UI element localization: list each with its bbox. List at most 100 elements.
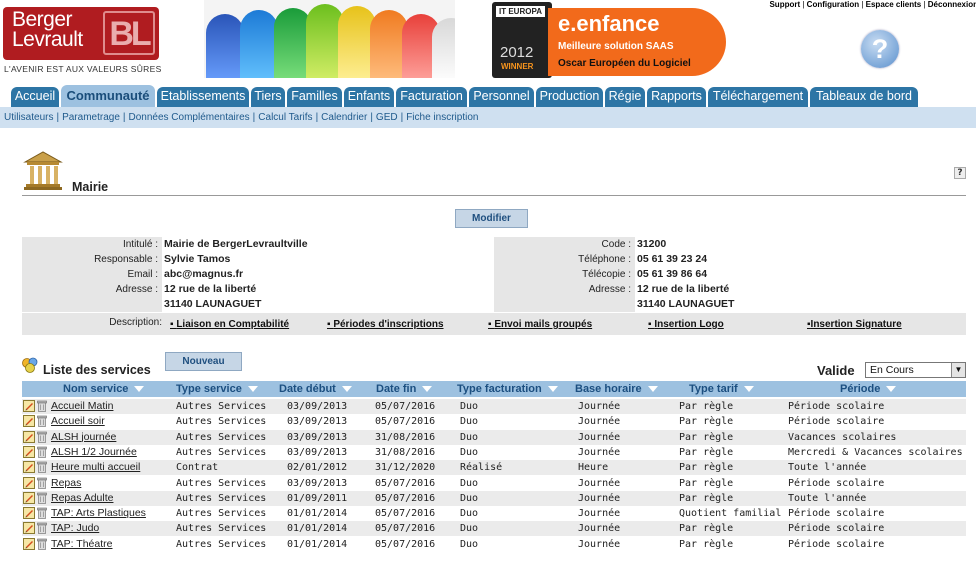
sort-arrow-icon — [886, 386, 897, 393]
service-name-cell[interactable]: TAP: Théatre — [51, 537, 112, 552]
subnav-separator: | — [400, 112, 404, 123]
column-header-text: Base horaire — [575, 383, 642, 395]
sort-arrow-icon — [547, 386, 558, 393]
subnav-fiche-inscription[interactable]: Fiche inscription — [406, 112, 478, 123]
subnav-donnees-complementaires[interactable]: Données Complémentaires — [129, 112, 250, 123]
service-name-cell[interactable]: Repas — [51, 476, 81, 491]
delete-icon[interactable] — [37, 477, 47, 489]
delete-icon[interactable] — [37, 507, 47, 519]
award-winner: WINNER — [501, 62, 534, 71]
service-name-cell[interactable]: TAP: Arts Plastiques — [51, 506, 146, 521]
date-debut-cell: 03/09/2013 — [287, 477, 348, 489]
service-name-cell[interactable]: ALSH journée — [51, 430, 116, 445]
page-help-icon[interactable]: ? — [954, 167, 966, 179]
subnav-calcul-tarifs[interactable]: Calcul Tarifs — [258, 112, 312, 123]
column-header-date-debut[interactable]: Date début — [279, 381, 352, 397]
periodes-inscriptions-link[interactable]: ▪ Périodes d'inscriptions — [327, 317, 444, 332]
service-name-cell[interactable]: Accueil soir — [51, 414, 105, 429]
type-facturation-cell: Duo — [460, 446, 479, 458]
delete-icon[interactable] — [37, 446, 47, 458]
subnav-calendrier[interactable]: Calendrier — [321, 112, 367, 123]
service-name-cell[interactable]: Repas Adulte — [51, 491, 113, 506]
support-link[interactable]: Support — [769, 0, 800, 9]
tab-communaute[interactable]: Communauté — [61, 85, 155, 107]
edit-icon[interactable] — [23, 522, 35, 535]
sub-navigation: Utilisateurs | Parametrage | Données Complém… — [0, 107, 976, 128]
modify-button[interactable]: Modifier — [455, 209, 528, 228]
logo-text: Berger Levrault — [12, 9, 83, 50]
help-icon[interactable]: ? — [861, 30, 899, 68]
column-header-periode[interactable]: Période — [840, 381, 897, 397]
espace-clients-link[interactable]: Espace clients — [866, 0, 922, 9]
delete-icon[interactable] — [37, 461, 47, 473]
liaison-comptabilite-link[interactable]: ▪ Liaison en Comptabilité — [170, 317, 289, 332]
column-header-text: Date fin — [376, 383, 417, 395]
award-year: 2012 — [500, 44, 534, 61]
insertion-logo-link[interactable]: ▪ Insertion Logo — [648, 317, 724, 332]
subnav-parametrage[interactable]: Parametrage — [62, 112, 120, 123]
tab-regie[interactable]: Régie — [605, 87, 645, 107]
tab-etablissements[interactable]: Etablissements — [157, 87, 249, 107]
berger-levrault-logo[interactable]: BL Berger Levrault — [3, 7, 159, 60]
code-value: 31200 — [637, 238, 667, 250]
periode-cell: Mercredi & Vacances scolaires — [788, 446, 963, 458]
service-name-cell[interactable]: TAP: Judo — [51, 521, 99, 536]
edit-icon[interactable] — [23, 400, 35, 412]
delete-icon[interactable] — [37, 522, 47, 535]
subnav-ged[interactable]: GED — [376, 112, 398, 123]
date-fin-cell: 05/07/2016 — [375, 477, 436, 489]
column-header-date-fin[interactable]: Date fin — [376, 381, 433, 397]
envoi-mails-link[interactable]: ▪ Envoi mails groupés — [488, 317, 592, 332]
delete-icon[interactable] — [37, 492, 47, 504]
deconnexion-link[interactable]: Déconnexion — [928, 0, 976, 9]
type-facturation-cell: Duo — [460, 508, 479, 520]
service-name-cell[interactable]: Heure multi accueil — [51, 460, 140, 475]
type-service-cell: Contrat — [176, 462, 219, 474]
table-row: Repas Adulte Autres Services 01/09/2011 05/… — [22, 490, 966, 506]
edit-icon[interactable] — [23, 445, 35, 458]
insertion-signature-link[interactable]: ▪Insertion Signature — [807, 317, 902, 332]
subnav-utilisateurs[interactable]: Utilisateurs — [4, 112, 53, 123]
configuration-link[interactable]: Configuration — [807, 0, 859, 9]
tab-telechargement[interactable]: Téléchargement — [708, 87, 808, 107]
column-header-type-service[interactable]: Type service — [176, 381, 258, 397]
date-fin-cell: 05/07/2016 — [375, 508, 436, 520]
tab-facturation[interactable]: Facturation — [396, 87, 467, 107]
column-header-base-horaire[interactable]: Base horaire — [575, 381, 658, 397]
type-tarif-cell: Par règle — [679, 477, 734, 489]
delete-icon[interactable] — [37, 415, 47, 428]
tab-familles[interactable]: Familles — [287, 87, 342, 107]
tab-enfants[interactable]: Enfants — [344, 87, 394, 107]
edit-icon[interactable] — [23, 491, 35, 504]
column-header-nom-service[interactable]: Nom service — [63, 381, 145, 397]
adresse-line1: 12 rue de la liberté — [164, 283, 257, 295]
edit-icon[interactable] — [23, 537, 35, 550]
delete-icon[interactable] — [37, 400, 47, 412]
email-label: Email : — [127, 269, 158, 280]
edit-icon[interactable] — [23, 476, 35, 489]
validity-filter-label: Valide — [817, 363, 855, 378]
column-header-type-facturation[interactable]: Type facturation — [457, 381, 558, 397]
service-name-cell[interactable]: Accueil Matin — [51, 399, 113, 414]
intitule-label: Intitulé : — [122, 239, 158, 250]
edit-icon[interactable] — [23, 461, 35, 474]
tab-tableaux-de-bord[interactable]: Tableaux de bord — [810, 87, 918, 107]
tab-accueil[interactable]: Accueil — [11, 87, 59, 107]
column-header-type-tarif[interactable]: Type tarif — [689, 381, 754, 397]
adresse2-label: Adresse : — [588, 284, 631, 295]
delete-icon[interactable] — [37, 431, 47, 443]
base-horaire-cell: Heure — [578, 462, 609, 474]
base-horaire-cell: Journée — [578, 523, 621, 535]
service-name-cell[interactable]: ALSH 1/2 Journée — [51, 445, 137, 460]
tab-rapports[interactable]: Rapports — [647, 87, 706, 107]
validity-filter-select[interactable]: En Cours ▼ — [865, 362, 966, 378]
delete-icon[interactable] — [37, 538, 47, 550]
edit-icon[interactable] — [23, 430, 35, 443]
adresse-label: Adresse : — [115, 284, 158, 295]
new-service-button[interactable]: Nouveau — [165, 352, 242, 371]
edit-icon[interactable] — [23, 415, 35, 428]
tab-tiers[interactable]: Tiers — [251, 87, 285, 107]
tab-production[interactable]: Production — [536, 87, 603, 107]
edit-icon[interactable] — [23, 507, 35, 520]
tab-personnel[interactable]: Personnel — [469, 87, 534, 107]
